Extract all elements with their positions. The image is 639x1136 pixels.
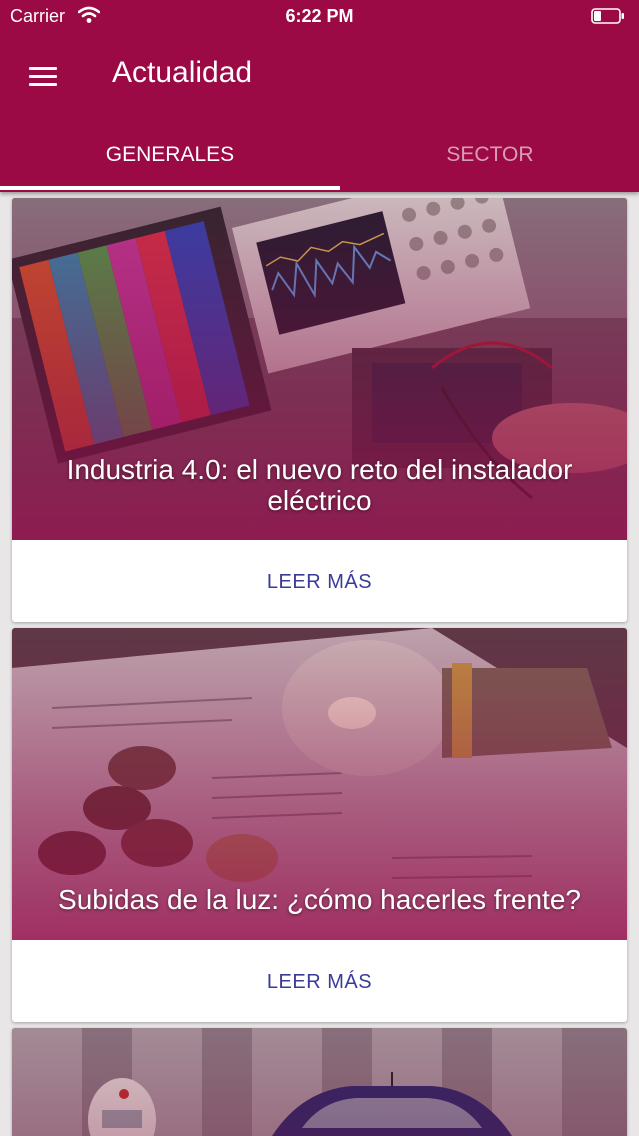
- article-card[interactable]: [12, 1028, 627, 1136]
- tab-bar: GENERALES SECTOR: [0, 122, 639, 192]
- article-title: Industria 4.0: el nuevo reto del instala…: [66, 454, 573, 516]
- clock: 6:22 PM: [285, 6, 354, 26]
- tab-active-indicator: [0, 186, 340, 190]
- toolbar: Actualidad: [0, 40, 639, 110]
- battery-icon: [591, 8, 624, 24]
- tab-generales[interactable]: GENERALES: [0, 122, 340, 192]
- article-image[interactable]: [12, 1028, 627, 1136]
- page-title: Actualidad: [112, 56, 253, 89]
- article-image[interactable]: Industria 4.0: el nuevo reto del instala…: [12, 198, 627, 540]
- article-title: Subidas de la luz: ¿cómo hacerles frente…: [58, 884, 581, 915]
- image-overlay: [12, 1028, 627, 1136]
- tab-sector[interactable]: SECTOR: [320, 122, 639, 192]
- app-bar: Carrier 6:22 PM Actualidad GENERALES SEC…: [0, 0, 639, 192]
- read-more-button[interactable]: LEER MÁS: [12, 942, 627, 1022]
- article-card[interactable]: Subidas de la luz: ¿cómo hacerles frente…: [12, 628, 627, 1022]
- status-bar: Carrier 6:22 PM: [0, 0, 639, 34]
- article-image[interactable]: Subidas de la luz: ¿cómo hacerles frente…: [12, 628, 627, 940]
- hamburger-menu-icon[interactable]: [20, 54, 66, 98]
- read-more-button[interactable]: LEER MÁS: [12, 542, 627, 622]
- article-card[interactable]: Industria 4.0: el nuevo reto del instala…: [12, 198, 627, 622]
